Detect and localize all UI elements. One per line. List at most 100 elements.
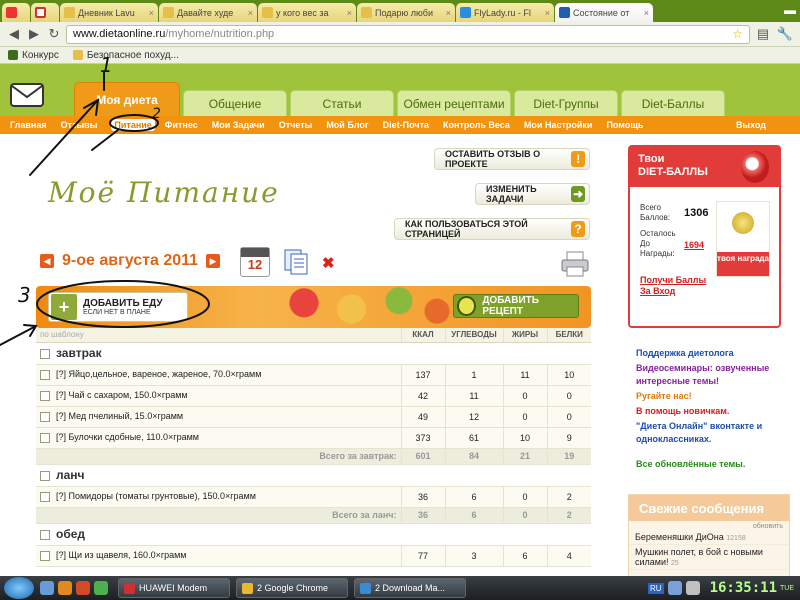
food-item-link[interactable]: [?] Булочки сдобные, 110.0×грамм — [56, 432, 199, 442]
copy-document-icon[interactable] — [283, 248, 309, 276]
tab-close-icon[interactable]: × — [642, 8, 649, 18]
award-box[interactable]: твоя награда — [716, 201, 770, 277]
page-menu-icon[interactable]: ▤ — [754, 26, 772, 42]
tab-close-icon[interactable]: × — [246, 8, 253, 18]
food-item-link[interactable]: [?] Помидоры (томаты грунтовые), 150.0×г… — [56, 491, 256, 501]
clock[interactable]: 16:35:11 — [710, 580, 777, 596]
column-header: БЕЛКИ — [546, 328, 591, 343]
tab-close-icon[interactable]: × — [345, 8, 352, 18]
add-recipe-button[interactable]: ДОБАВИТЬ РЕЦЕПТ — [453, 294, 579, 318]
calendar-icon[interactable]: 12 — [240, 247, 270, 277]
cell-carbs: 11 — [444, 385, 503, 407]
subnav-tasks[interactable]: Мои Задачи — [212, 120, 265, 130]
food-item-link[interactable]: [?] Мед пчелиный, 15.0×грамм — [56, 411, 183, 421]
wrench-icon[interactable]: 🔧 — [776, 26, 794, 42]
forward-icon[interactable]: ▶ — [26, 26, 42, 42]
points-left-value[interactable]: 1694 — [684, 240, 704, 250]
list-item[interactable]: Мушкин полет, в бой с новыми силами! 25 — [629, 545, 789, 570]
cell-carbs: 12 — [444, 406, 503, 428]
row-checkbox[interactable] — [40, 390, 50, 401]
browser-tab[interactable]: Подарю люби × — [357, 3, 455, 22]
subnav-fitness[interactable]: Фитнес — [165, 120, 198, 130]
list-item[interactable]: Беременяшки ДиОна 12158 — [629, 530, 789, 545]
sidebar-link[interactable]: В помощь новичкам. — [636, 405, 796, 418]
subnav-blog[interactable]: Мой Блог — [326, 120, 368, 130]
taskbar-item[interactable]: 2 Download Ma... — [354, 578, 466, 598]
feedback-button[interactable]: ОСТАВИТЬ ОТЗЫВ О ПРОЕКТЕ! — [434, 148, 590, 170]
volume-icon[interactable] — [685, 581, 700, 595]
printer-icon[interactable] — [560, 250, 590, 278]
tab-recipes[interactable]: Обмен рецептами — [397, 90, 511, 116]
browser-tab[interactable]: Давайте худе × — [159, 3, 257, 22]
quicklaunch-icon[interactable] — [40, 581, 54, 595]
quicklaunch-icon[interactable] — [58, 581, 72, 595]
add-food-button[interactable]: + ДОБАВИТЬ ЕДУ ЕСЛИ НЕТ В ПЛАНЕ — [48, 292, 188, 322]
row-checkbox[interactable] — [40, 550, 50, 561]
tab-diet-groups[interactable]: Diet-Группы — [514, 90, 618, 116]
row-checkbox[interactable] — [40, 369, 50, 380]
browser-tab[interactable]: у кого вес за × — [258, 3, 356, 22]
window-minimize-icon[interactable]: ▬ — [784, 3, 796, 17]
bookmark-star-icon[interactable]: ☆ — [732, 27, 743, 41]
subnav-mail[interactable]: Diet-Почта — [383, 120, 429, 130]
tab-my-diet[interactable]: Моя диета — [74, 82, 180, 116]
tab-articles[interactable]: Статьи — [290, 90, 394, 116]
sidebar-link[interactable]: Ругайте нас! — [636, 390, 796, 403]
taskbar-item[interactable]: HUAWEI Modem — [118, 578, 230, 598]
row-checkbox[interactable] — [40, 411, 50, 422]
language-indicator[interactable]: RU — [648, 582, 664, 594]
subnav-settings[interactable]: Мои Настройки — [524, 120, 593, 130]
edit-tasks-button[interactable]: ИЗМЕНИТЬ ЗАДАЧИ ➜ — [475, 183, 590, 205]
subnav-weight[interactable]: Контроль Веса — [443, 120, 510, 130]
taskbar-item[interactable]: 2 Google Chrome — [236, 578, 348, 598]
bookmark-item[interactable]: Конкурс — [8, 50, 59, 61]
start-button[interactable] — [4, 577, 34, 599]
template-link[interactable]: по шаблону — [36, 328, 401, 343]
bookmark-item[interactable]: Безопасное похуд... — [72, 50, 179, 61]
sidebar-link[interactable]: Видеосеминары: озвученные интересные тем… — [636, 362, 796, 388]
howto-button[interactable]: КАК ПОЛЬЗОВАТЬСЯ ЭТОЙ СТРАНИЦЕЙ? — [394, 218, 590, 240]
subnav-reviews[interactable]: Отзывы — [61, 120, 98, 130]
subnav-reports[interactable]: Отчеты — [279, 120, 313, 130]
get-points-link[interactable]: Получи Баллы За Вход — [640, 275, 710, 297]
tab-diet-points[interactable]: Diet-Баллы — [621, 90, 725, 116]
quicklaunch-icon[interactable] — [76, 581, 90, 595]
tab-close-icon[interactable]: × — [147, 8, 154, 18]
back-icon[interactable]: ◀ — [6, 26, 22, 42]
cell-carbs: 3 — [444, 545, 503, 567]
sidebar-link[interactable]: Поддержка диетолога — [636, 347, 796, 360]
browser-tab[interactable] — [31, 3, 59, 22]
food-item-link[interactable]: [?] Щи из щавеля, 160.0×грамм — [56, 550, 187, 560]
browser-tab[interactable]: FlyLady.ru - Fl × — [456, 3, 554, 22]
subnav-home[interactable]: Главная — [10, 120, 47, 130]
prev-day-icon[interactable]: ◀ — [40, 254, 54, 268]
tab-close-icon[interactable]: × — [444, 8, 451, 18]
quicklaunch-icon[interactable] — [94, 581, 108, 595]
delete-icon[interactable]: ✖ — [322, 254, 335, 272]
tab-close-icon[interactable]: × — [543, 8, 550, 18]
meal-checkbox[interactable] — [40, 348, 50, 359]
meal-checkbox[interactable] — [40, 470, 50, 481]
subnav-help[interactable]: Помощь — [606, 120, 643, 130]
meal-checkbox[interactable] — [40, 529, 50, 540]
mail-icon[interactable] — [10, 80, 44, 108]
refresh-link[interactable]: обновить — [629, 521, 789, 530]
browser-tab-active[interactable]: Состояние от × — [555, 3, 653, 22]
subnav-nutrition[interactable]: Питание — [111, 119, 155, 131]
sidebar-link[interactable]: Все обновлённые темы. — [636, 458, 796, 471]
row-checkbox[interactable] — [40, 491, 50, 502]
food-item-link[interactable]: [?] Чай с сахаром, 150.0×грамм — [56, 390, 188, 400]
browser-tab[interactable] — [2, 3, 30, 22]
row-checkbox[interactable] — [40, 432, 50, 443]
add-food-label: ДОБАВИТЬ ЕДУ — [83, 298, 163, 309]
reload-icon[interactable]: ↻ — [46, 26, 62, 42]
food-item-link[interactable]: [?] Яйцо,цельное, вареное, жареное, 70.0… — [56, 369, 261, 379]
subnav-exit[interactable]: Выход — [736, 120, 766, 130]
browser-tab[interactable]: Дневник Lavu × — [60, 3, 158, 22]
sidebar-link[interactable]: "Диета Онлайн" вконтакте и одноклассника… — [636, 420, 796, 446]
taskbar-item-label: 2 Download Ma... — [375, 583, 446, 593]
network-icon[interactable] — [667, 581, 682, 595]
address-bar[interactable]: www.dietaonline.ru/myhome/nutrition.php … — [66, 24, 750, 44]
tab-communication[interactable]: Общение — [183, 90, 287, 116]
next-day-icon[interactable]: ▶ — [206, 254, 221, 268]
